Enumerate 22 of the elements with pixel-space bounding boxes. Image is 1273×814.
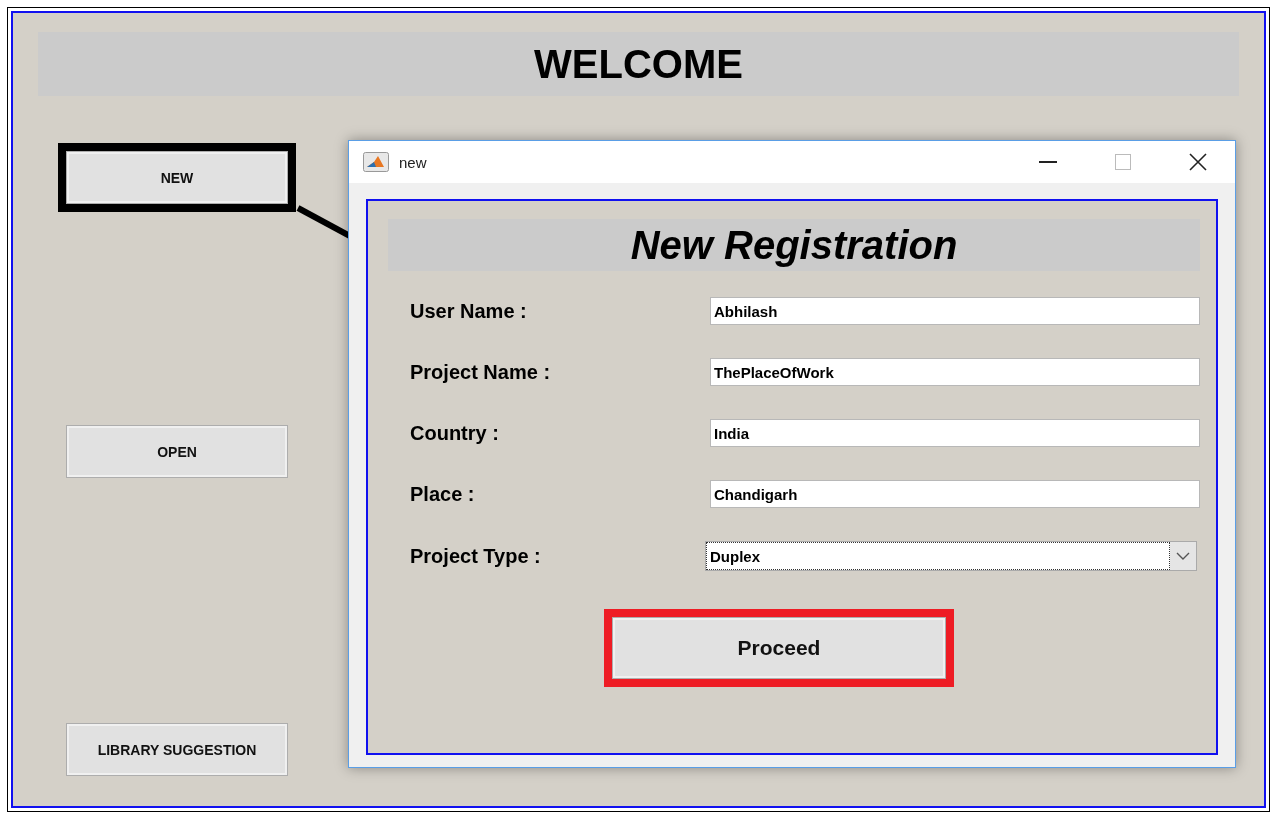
- window-title: new: [399, 153, 427, 171]
- text-field[interactable]: Chandigarh: [710, 480, 1200, 508]
- close-icon[interactable]: [1189, 153, 1207, 171]
- text-field[interactable]: ThePlaceOfWork: [710, 358, 1200, 386]
- dropdown-field[interactable]: Duplex: [705, 541, 1197, 571]
- field-label: Place :: [409, 482, 476, 506]
- field-label: Project Type :: [409, 544, 542, 568]
- menu-button[interactable]: NEW: [66, 151, 288, 204]
- field-label: Project Name :: [409, 360, 552, 384]
- proceed-button[interactable]: Proceed: [612, 617, 946, 679]
- text-field[interactable]: India: [710, 419, 1200, 447]
- field-label: User Name :: [409, 299, 528, 323]
- maximize-icon[interactable]: [1115, 154, 1131, 170]
- field-label: Country :: [409, 421, 500, 445]
- peak-icon: [363, 152, 389, 172]
- form-heading: New Registration: [388, 219, 1200, 271]
- menu-button[interactable]: LIBRARY SUGGESTION: [66, 723, 288, 776]
- menu-button[interactable]: OPEN: [66, 425, 288, 478]
- chevron-icon: [1176, 552, 1190, 560]
- welcome-banner: WELCOME: [38, 32, 1239, 96]
- minimize-icon[interactable]: [1039, 161, 1057, 163]
- text-field[interactable]: Abhilash: [710, 297, 1200, 325]
